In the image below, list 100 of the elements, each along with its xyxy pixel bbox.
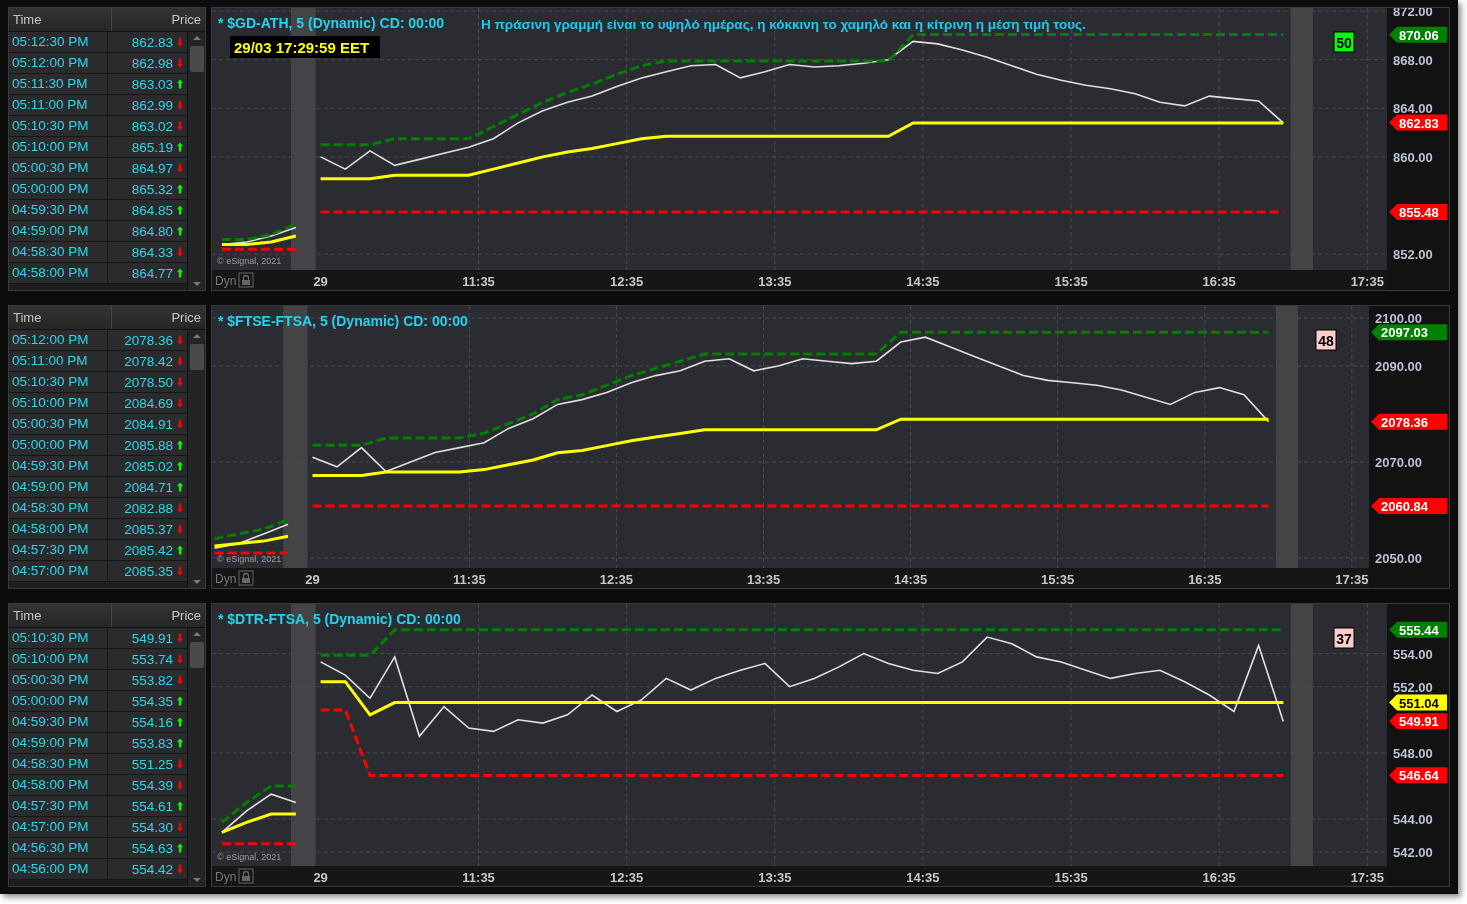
axis-label: 11:35 (462, 274, 495, 289)
column-header[interactable]: Price (112, 8, 205, 31)
copyright-text: © eSignal, 2021 (217, 256, 282, 266)
axis-label: 15:35 (1054, 870, 1088, 885)
column-header[interactable]: Price (112, 306, 205, 329)
axis-label: 552.00 (1393, 679, 1433, 695)
axis-label: 14:35 (894, 572, 928, 587)
copyright-text: © eSignal, 2021 (217, 554, 282, 564)
time-cell: 05:12:00 PM (9, 53, 108, 73)
price-cell-text: 862.83 (130, 34, 174, 50)
axis-label: 2090.00 (1375, 359, 1422, 374)
axis-label: 544.00 (1393, 812, 1433, 828)
axis-label: 2050.00 (1375, 550, 1422, 566)
scroll-down-icon[interactable] (192, 580, 201, 584)
time-cell: 04:58:00 PM (9, 775, 108, 795)
price-cell-text: 864.85 (130, 202, 174, 218)
signal-badge: 48 (1315, 329, 1337, 351)
time-cell: 05:10:00 PM (9, 137, 108, 157)
price-cell-text: 554.42 (130, 861, 174, 877)
scrollbar-thumb[interactable] (189, 642, 204, 668)
time-cell: 04:57:00 PM (9, 561, 108, 581)
price-cell-text: 554.61 (130, 798, 174, 814)
time-cell: 05:10:00 PM (9, 393, 108, 413)
price-cell-text: 2085.42 (123, 542, 174, 558)
time-cell: 05:12:00 PM (9, 330, 108, 350)
time-cell: 05:10:30 PM (9, 372, 108, 392)
time-cell: 04:59:30 PM (9, 456, 108, 476)
date-label: 29 (313, 274, 328, 289)
price-cell-text: 2084.69 (123, 395, 174, 411)
signal-badge: 37 (1333, 627, 1355, 649)
lock-icon[interactable] (238, 868, 254, 884)
scrollbar-thumb[interactable] (189, 46, 204, 72)
dyn-label: Dyn (215, 274, 237, 288)
time-cell: 05:00:30 PM (9, 158, 108, 178)
price-cell-text: 864.77 (130, 265, 174, 281)
time-cell: 04:57:30 PM (9, 540, 108, 560)
axis-label: 868.00 (1393, 52, 1433, 68)
axis-label: 16:35 (1188, 572, 1222, 587)
price-cell-text: 2085.37 (123, 521, 174, 537)
time-cell: 05:00:00 PM (9, 179, 108, 199)
price-tag: 546.64 (1389, 767, 1447, 784)
time-cell: 04:58:00 PM (9, 519, 108, 539)
axis-label: 16:35 (1202, 274, 1236, 289)
lock-icon[interactable] (238, 272, 254, 288)
axis-label: 852.00 (1393, 247, 1433, 263)
chart-title: * $GD-ATH, 5 (Dynamic) CD: 00:00 (218, 15, 445, 31)
price-cell-text: 2082.88 (123, 500, 174, 516)
scrollbar[interactable] (187, 32, 205, 290)
scroll-down-icon[interactable] (192, 878, 201, 882)
price-cell-text: 865.19 (130, 139, 174, 155)
copyright-text: © eSignal, 2021 (217, 852, 282, 862)
lock-icon[interactable] (238, 570, 254, 586)
scroll-down-icon[interactable] (192, 282, 201, 286)
time-cell: 04:59:00 PM (9, 221, 108, 241)
time-cell: 05:12:30 PM (9, 32, 108, 52)
time-cell: 05:00:00 PM (9, 691, 108, 711)
date-label: 29 (313, 870, 328, 885)
price-cell-text: 554.30 (130, 819, 174, 835)
price-tag: 2097.03 (1371, 324, 1447, 341)
time-cell: 04:59:00 PM (9, 477, 108, 497)
price-cell-text: 865.32 (130, 181, 174, 197)
scrollbar[interactable] (187, 628, 205, 886)
time-cell: 05:00:30 PM (9, 414, 108, 434)
time-cell: 05:00:00 PM (9, 435, 108, 455)
axis-label: 11:35 (462, 870, 495, 885)
time-cell: 04:56:00 PM (9, 859, 108, 879)
column-header[interactable]: Time (9, 604, 112, 627)
axis-label: 12:35 (599, 572, 634, 587)
scroll-up-icon[interactable] (192, 632, 201, 636)
time-cell: 05:10:30 PM (9, 116, 108, 136)
scrollbar-thumb[interactable] (189, 344, 204, 370)
time-cell: 05:00:30 PM (9, 670, 108, 690)
price-cell-text: 864.80 (130, 223, 174, 239)
scroll-up-icon[interactable] (192, 334, 201, 338)
time-cell: 05:11:00 PM (9, 95, 108, 115)
price-cell-text: 2078.36 (123, 332, 174, 348)
scrollbar[interactable] (187, 330, 205, 588)
time-cell: 04:58:00 PM (9, 263, 108, 283)
time-cell: 05:11:30 PM (9, 74, 108, 94)
scroll-up-icon[interactable] (192, 36, 201, 40)
axis-label: 14:35 (906, 274, 940, 289)
column-header[interactable]: Time (9, 8, 112, 31)
axis-label: 13:35 (746, 572, 781, 587)
time-cell: 04:59:30 PM (9, 712, 108, 732)
time-cell: 04:58:30 PM (9, 498, 108, 518)
price-cell-text: 553.82 (130, 672, 174, 688)
axis-label: 860.00 (1393, 149, 1433, 165)
chart-note: Η πράσινη γραμμή είναι το υψηλό ημέρας, η κόκκινη το χαμηλό και η κίτρινη η μέση τιμή τους. (481, 17, 1086, 32)
chart-title: * $FTSE-FTSA, 5 (Dynamic) CD: 00:00 (218, 313, 468, 329)
price-cell-text: 553.74 (130, 651, 174, 667)
date-label: 29 (305, 572, 320, 587)
price-cell-text: 864.97 (130, 160, 174, 176)
price-cell-text: 553.83 (130, 735, 174, 751)
column-header[interactable]: Price (112, 604, 205, 627)
price-cell-text: 2084.71 (123, 479, 174, 495)
price-cell-text: 554.63 (130, 840, 174, 856)
axis-label: 11:35 (453, 572, 486, 587)
time-cell: 04:57:00 PM (9, 817, 108, 837)
axis-label: 16:35 (1202, 870, 1236, 885)
column-header[interactable]: Time (9, 306, 112, 329)
